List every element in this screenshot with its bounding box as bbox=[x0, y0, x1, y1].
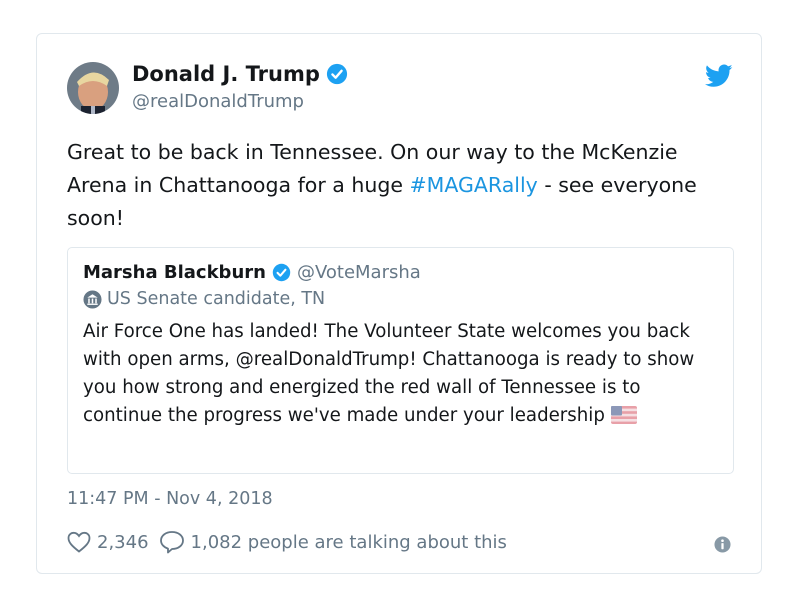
quoted-author-label: US Senate candidate, TN bbox=[83, 289, 325, 309]
reply-button[interactable]: 1,082 people are talking about this bbox=[159, 530, 507, 554]
quoted-author-name[interactable]: Marsha Blackburn bbox=[83, 262, 266, 283]
author-handle[interactable]: @realDonaldTrump bbox=[132, 91, 304, 112]
quoted-tweet[interactable]: Marsha Blackburn @VoteMarsha US Senate c… bbox=[67, 247, 734, 474]
verified-badge-icon bbox=[326, 63, 347, 85]
verified-badge-icon bbox=[272, 263, 291, 282]
author-name-text: Donald J. Trump bbox=[132, 62, 320, 86]
like-button[interactable]: 2,346 bbox=[67, 531, 149, 553]
author-name[interactable]: Donald J. Trump bbox=[132, 62, 348, 86]
like-count: 2,346 bbox=[97, 531, 149, 553]
quoted-author: Marsha Blackburn @VoteMarsha bbox=[83, 262, 421, 283]
tweet-text: Great to be back in Tennessee. On our wa… bbox=[67, 136, 737, 235]
twitter-bird-icon[interactable] bbox=[705, 64, 733, 88]
info-icon[interactable] bbox=[714, 536, 731, 553]
us-flag-icon bbox=[610, 406, 637, 424]
quoted-label-text: US Senate candidate, TN bbox=[107, 289, 326, 309]
hashtag-link[interactable]: #MAGARally bbox=[409, 173, 537, 197]
tweet-actions: 2,346 1,082 people are talking about thi… bbox=[67, 530, 507, 554]
speech-bubble-icon bbox=[159, 531, 184, 554]
heart-icon bbox=[67, 531, 91, 553]
talking-count: 1,082 people are talking about this bbox=[190, 531, 507, 553]
quoted-tweet-text: Air Force One has landed! The Volunteer … bbox=[83, 318, 723, 430]
quoted-author-handle[interactable]: @VoteMarsha bbox=[297, 262, 421, 283]
embedded-tweet-card: Donald J. Trump @realDonaldTrump Great t… bbox=[36, 33, 762, 574]
quoted-text-body: Air Force One has landed! The Volunteer … bbox=[83, 321, 695, 426]
government-building-icon bbox=[83, 289, 102, 309]
tweet-timestamp[interactable]: 11:47 PM - Nov 4, 2018 bbox=[67, 489, 273, 509]
author-avatar[interactable] bbox=[67, 62, 119, 114]
